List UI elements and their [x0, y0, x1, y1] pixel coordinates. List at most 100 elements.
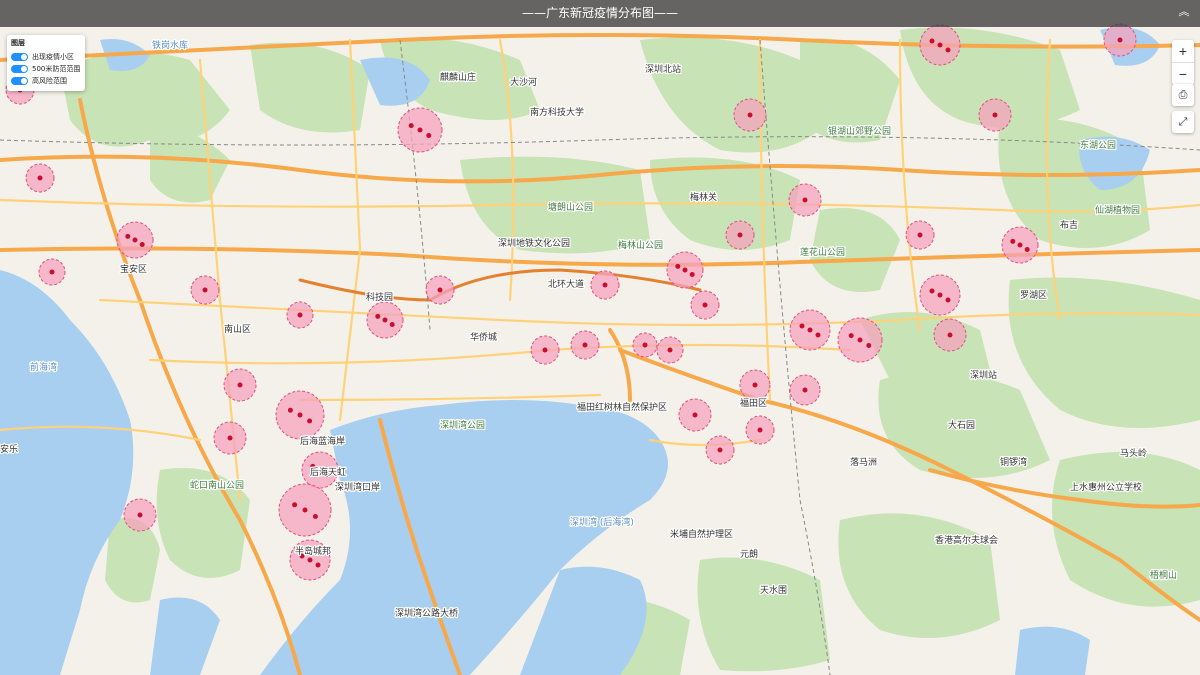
outbreak-marker[interactable] — [717, 447, 723, 453]
outbreak-marker[interactable] — [675, 263, 681, 269]
outbreak-marker[interactable] — [945, 47, 951, 53]
outbreak-marker[interactable] — [312, 514, 318, 519]
layer-toggle-500m-range[interactable]: 500米防范范围 — [11, 63, 81, 75]
risk-zone[interactable] — [366, 301, 404, 339]
outbreak-marker[interactable] — [417, 127, 423, 133]
risk-zone[interactable] — [919, 24, 961, 66]
risk-zone[interactable] — [1103, 23, 1137, 57]
risk-zone[interactable] — [397, 107, 443, 153]
risk-zone[interactable] — [788, 183, 822, 217]
outbreak-marker[interactable] — [315, 562, 321, 568]
risk-zone[interactable] — [1001, 226, 1039, 264]
outbreak-marker[interactable] — [692, 412, 698, 418]
outbreak-marker[interactable] — [37, 175, 43, 181]
risk-zone[interactable] — [789, 309, 831, 351]
risk-zone[interactable] — [725, 220, 755, 250]
map-canvas[interactable]: 铁岗水库 麒麟山庄 大沙河 南方科技大学 梅林山公园 深圳地铁文化公园 塘朗山公… — [0, 0, 1200, 675]
outbreak-marker[interactable] — [125, 233, 131, 239]
risk-zone[interactable] — [905, 220, 935, 250]
risk-zone[interactable] — [789, 374, 821, 406]
outbreak-marker[interactable] — [292, 502, 298, 508]
risk-zone[interactable] — [690, 290, 720, 320]
outbreak-marker[interactable] — [682, 267, 688, 273]
risk-zone[interactable] — [739, 369, 771, 401]
outbreak-marker[interactable] — [992, 112, 998, 118]
risk-zone[interactable] — [570, 330, 600, 360]
outbreak-marker[interactable] — [132, 237, 138, 243]
outbreak-marker[interactable] — [737, 232, 743, 238]
risk-zone[interactable] — [123, 498, 157, 532]
outbreak-marker[interactable] — [602, 282, 608, 288]
outbreak-marker[interactable] — [375, 313, 381, 319]
outbreak-marker[interactable] — [802, 197, 808, 203]
zoom-out-button[interactable]: − — [1172, 63, 1194, 85]
outbreak-marker[interactable] — [937, 42, 943, 48]
outbreak-marker[interactable] — [542, 347, 548, 353]
outbreak-marker[interactable] — [437, 287, 443, 293]
outbreak-marker[interactable] — [389, 322, 395, 327]
risk-zone[interactable] — [38, 258, 66, 286]
risk-zone[interactable] — [425, 275, 455, 305]
outbreak-marker[interactable] — [297, 312, 303, 318]
outbreak-marker[interactable] — [857, 337, 863, 343]
outbreak-marker[interactable] — [945, 297, 951, 303]
print-button[interactable]: ⎙ — [1172, 84, 1194, 106]
outbreak-marker[interactable] — [1117, 37, 1123, 43]
zoom-in-button[interactable]: + — [1172, 40, 1194, 63]
risk-zone[interactable] — [678, 398, 712, 432]
risk-zone[interactable] — [286, 301, 314, 329]
outbreak-marker[interactable] — [815, 332, 821, 338]
outbreak-marker[interactable] — [1017, 242, 1023, 248]
outbreak-marker[interactable] — [297, 412, 303, 418]
outbreak-marker[interactable] — [1010, 238, 1016, 244]
risk-zone[interactable] — [978, 98, 1012, 132]
risk-zone[interactable] — [190, 275, 220, 305]
layer-toggle-high-risk[interactable]: 高风险范围 — [11, 75, 81, 87]
outbreak-marker[interactable] — [757, 427, 763, 433]
outbreak-marker[interactable] — [302, 507, 308, 513]
outbreak-marker[interactable] — [642, 342, 648, 348]
outbreak-marker[interactable] — [866, 343, 872, 348]
risk-zone[interactable] — [223, 368, 257, 402]
outbreak-marker[interactable] — [49, 269, 55, 275]
outbreak-marker[interactable] — [848, 333, 854, 339]
outbreak-marker[interactable] — [689, 272, 695, 277]
outbreak-marker[interactable] — [802, 387, 808, 393]
outbreak-marker[interactable] — [799, 323, 805, 329]
toggle-switch[interactable] — [11, 53, 28, 61]
outbreak-marker[interactable] — [1024, 247, 1030, 252]
outbreak-marker[interactable] — [929, 288, 935, 294]
risk-zone[interactable] — [745, 415, 775, 445]
outbreak-marker[interactable] — [307, 557, 313, 563]
risk-zone[interactable] — [275, 390, 325, 440]
outbreak-marker[interactable] — [137, 512, 143, 518]
toggle-switch[interactable] — [11, 77, 28, 85]
collapse-icon[interactable]: ︽ — [1178, 6, 1190, 18]
risk-zone[interactable] — [590, 270, 620, 300]
outbreak-marker[interactable] — [947, 332, 953, 338]
risk-zone[interactable] — [530, 335, 560, 365]
outbreak-marker[interactable] — [702, 302, 708, 308]
risk-zone[interactable] — [213, 421, 247, 455]
toggle-switch[interactable] — [11, 65, 28, 73]
risk-zone[interactable] — [705, 435, 735, 465]
outbreak-marker[interactable] — [237, 382, 243, 388]
risk-zone[interactable] — [666, 251, 704, 289]
outbreak-marker[interactable] — [929, 38, 935, 44]
outbreak-marker[interactable] — [747, 112, 753, 118]
risk-zone[interactable] — [632, 332, 658, 358]
outbreak-marker[interactable] — [752, 382, 758, 388]
outbreak-marker[interactable] — [582, 342, 588, 348]
outbreak-marker[interactable] — [382, 317, 388, 323]
risk-zone[interactable] — [289, 539, 331, 581]
outbreak-marker[interactable] — [917, 232, 923, 238]
risk-zone[interactable] — [656, 336, 684, 364]
fullscreen-button[interactable]: ⤢ — [1172, 111, 1194, 133]
risk-zone[interactable] — [919, 274, 961, 316]
risk-zone[interactable] — [278, 483, 332, 537]
outbreak-marker[interactable] — [807, 327, 813, 333]
layer-toggle-infected-communities[interactable]: 出现疫情小区 — [11, 51, 81, 63]
outbreak-marker[interactable] — [287, 407, 293, 413]
outbreak-marker[interactable] — [667, 347, 673, 353]
outbreak-marker[interactable] — [307, 418, 313, 424]
